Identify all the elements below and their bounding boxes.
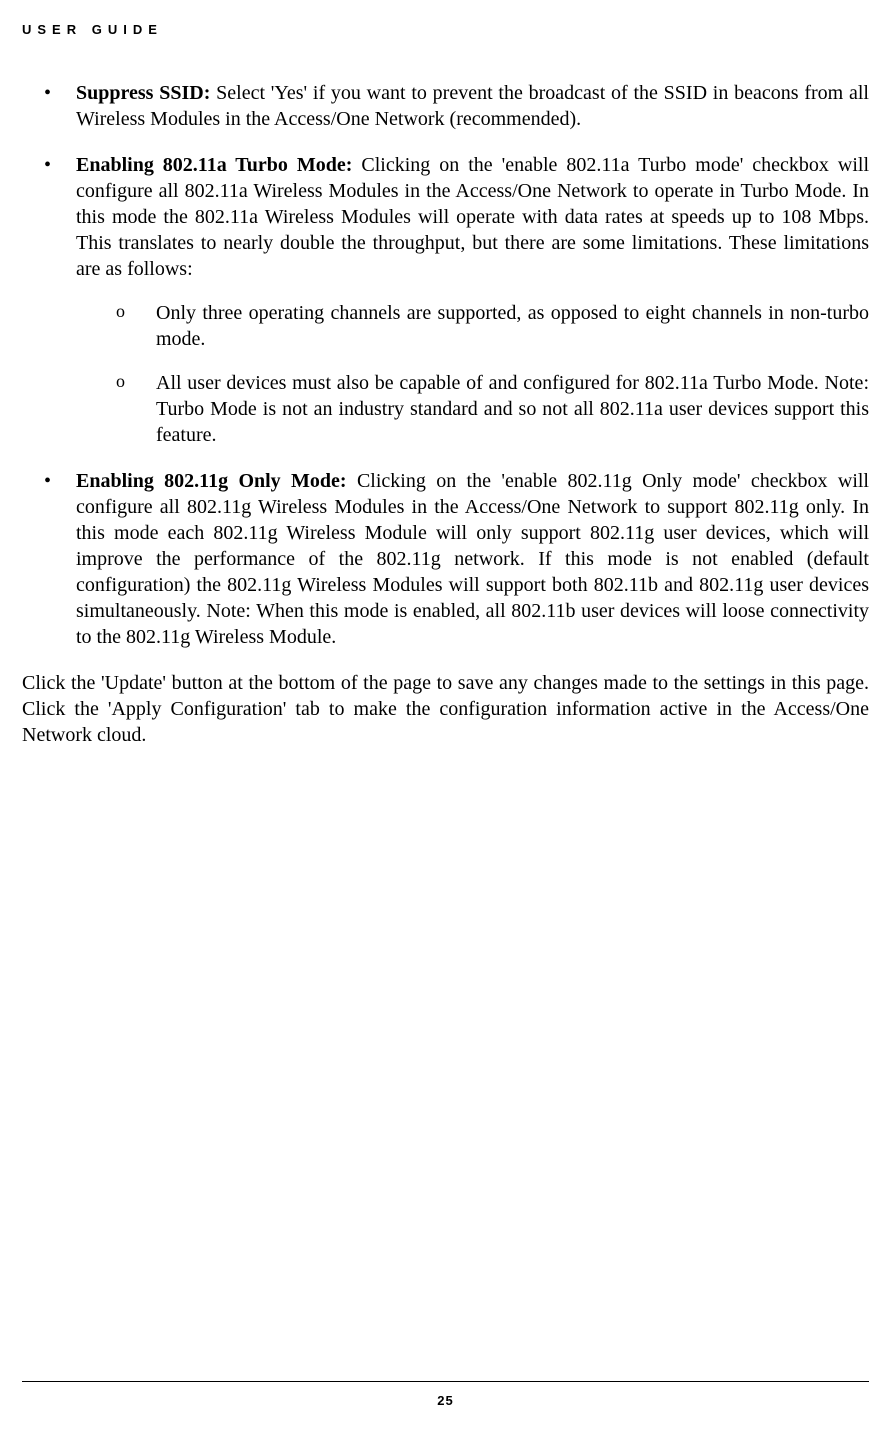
bullet-item-turbo-mode: Enabling 802.11a Turbo Mode: Clicking on… xyxy=(22,152,869,448)
sub-item-devices: All user devices must also be capable of… xyxy=(76,370,869,448)
closing-paragraph: Click the 'Update' button at the bottom … xyxy=(22,670,869,748)
bullet-body: Clicking on the 'enable 802.11g Only mod… xyxy=(76,470,869,648)
bullet-title: Enabling 802.11a Turbo Mode: xyxy=(76,154,352,176)
bullet-title: Enabling 802.11g Only Mode: xyxy=(76,470,347,492)
page-content: Suppress SSID: Select 'Yes' if you want … xyxy=(22,80,869,748)
bullet-list: Suppress SSID: Select 'Yes' if you want … xyxy=(22,80,869,650)
page-number: 25 xyxy=(0,1393,891,1408)
footer-divider xyxy=(22,1381,869,1382)
bullet-item-suppress-ssid: Suppress SSID: Select 'Yes' if you want … xyxy=(22,80,869,132)
sub-item-channels: Only three operating channels are suppor… xyxy=(76,300,869,352)
bullet-item-gonly-mode: Enabling 802.11g Only Mode: Clicking on … xyxy=(22,468,869,650)
sub-list: Only three operating channels are suppor… xyxy=(76,300,869,448)
bullet-title: Suppress SSID: xyxy=(76,82,210,104)
page-header: USER GUIDE xyxy=(22,22,163,37)
